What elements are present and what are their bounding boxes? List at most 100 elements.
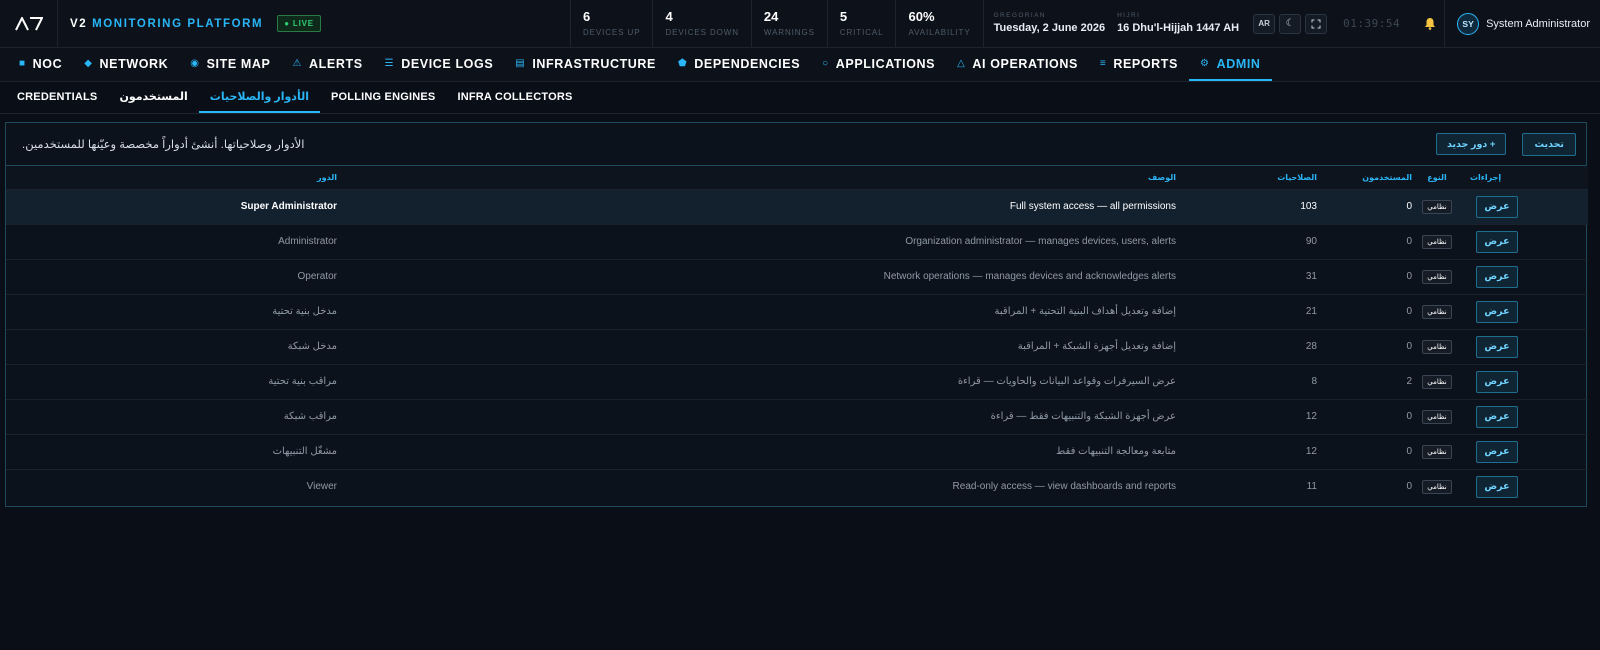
nav-item-label: AI OPERATIONS [972, 56, 1078, 71]
column-header-permissions[interactable]: الصلاحيات [1257, 166, 1317, 189]
role-permissions-count: 12 [1305, 446, 1317, 457]
column-header-type[interactable]: النوع [1412, 166, 1462, 189]
stat-devices-down[interactable]: 4 DEVICES DOWN [652, 0, 750, 48]
nav-item-infrastructure[interactable]: ▤ INFRASTRUCTURE [504, 48, 667, 81]
report-icon: ≡ [1099, 58, 1107, 69]
column-header-description[interactable]: الوصف [337, 166, 1257, 189]
nav-item-site-map[interactable]: ◉ SITE MAP [179, 48, 281, 81]
nav-item-reports[interactable]: ≡ REPORTS [1089, 48, 1189, 81]
stat-critical[interactable]: 5 CRITICAL [826, 0, 896, 48]
role-users-count: 0 [1406, 446, 1412, 457]
view-role-button[interactable]: عرض [1476, 300, 1518, 323]
hijri-date: HIJRI 16 Dhu'l-Hijjah 1447 AH [1115, 0, 1249, 48]
hijri-label: HIJRI [1117, 11, 1141, 19]
role-users-count: 2 [1406, 376, 1412, 387]
column-header-role[interactable]: الدور [6, 166, 337, 189]
view-role-button[interactable]: عرض [1476, 195, 1518, 218]
role-actions-cell: عرض [1462, 294, 1588, 329]
stat-devices-up[interactable]: 6 DEVICES UP [569, 0, 652, 48]
user-menu[interactable]: SY System Administrator [1444, 0, 1600, 48]
nav-item-label: ADMIN [1216, 56, 1261, 71]
view-role-button[interactable]: عرض [1476, 335, 1518, 358]
app-title: V2 MONITORING PLATFORM [58, 18, 277, 30]
role-name: مراقب بنية تحتية [268, 376, 337, 387]
gear-icon: ⚙ [1199, 58, 1210, 69]
role-type-cell: نظامي [1412, 294, 1462, 329]
table-row[interactable]: مراقب بنية تحتية عرض السيرفرات وقواعد ال… [6, 364, 1588, 399]
notifications-button[interactable] [1416, 0, 1444, 48]
tab-polling-engines[interactable]: POLLING ENGINES [320, 82, 446, 113]
theme-toggle-button[interactable]: ☾ [1279, 13, 1302, 34]
table-row[interactable]: Operator Network operations — manages de… [6, 259, 1588, 294]
logo-icon [14, 16, 43, 30]
gregorian-date: GREGORIAN Tuesday, 2 June 2026 [982, 0, 1115, 48]
nav-item-applications[interactable]: ○ APPLICATIONS [811, 48, 946, 81]
view-role-button[interactable]: عرض [1476, 370, 1518, 393]
role-description: متابعة ومعالجة التنبيهات فقط [1056, 446, 1176, 457]
role-actions-cell: عرض [1462, 259, 1588, 294]
server-icon: ▤ [515, 58, 526, 69]
view-role-button[interactable]: عرض [1476, 440, 1518, 463]
tab-roles-permissions[interactable]: الأدوار والصلاحيات [198, 82, 320, 113]
stat-value: 6 [582, 8, 591, 24]
language-toggle-button[interactable]: AR [1253, 13, 1276, 34]
view-role-button[interactable]: عرض [1476, 265, 1518, 288]
pentagon-icon: ⬟ [678, 58, 688, 69]
nav-item-label: ALERTS [309, 56, 363, 71]
view-role-button[interactable]: عرض [1476, 230, 1518, 253]
square-icon: ■ [19, 58, 26, 69]
stat-value: 24 [763, 8, 779, 24]
nav-item-label: REPORTS [1113, 56, 1178, 71]
role-description: Full system access — all permissions [1009, 201, 1176, 212]
table-row[interactable]: مشغّل التنبيهات متابعة ومعالجة التنبيهات… [6, 434, 1588, 469]
role-name: مشغّل التنبيهات [272, 446, 337, 457]
view-role-button[interactable]: عرض [1476, 475, 1518, 498]
table-row[interactable]: Super Administrator Full system access —… [6, 189, 1588, 224]
stat-availability[interactable]: 60% AVAILABILITY [895, 0, 982, 48]
tab-credentials[interactable]: CREDENTIALS [6, 82, 108, 113]
nav-item-admin[interactable]: ⚙ ADMIN [1188, 48, 1272, 81]
role-permissions-count: 31 [1305, 271, 1317, 282]
role-name: مدخل بنية تحتية [272, 306, 337, 317]
nav-item-dependencies[interactable]: ⬟ DEPENDENCIES [667, 48, 811, 81]
nav-item-alerts[interactable]: ⚠ ALERTS [281, 48, 373, 81]
column-header-users[interactable]: المستخدمون [1317, 166, 1412, 189]
nav-item-noc[interactable]: ■ NOC [8, 48, 73, 81]
nav-item-label: APPLICATIONS [835, 56, 936, 71]
role-type-badge: نظامي [1422, 339, 1452, 354]
view-role-button[interactable]: عرض [1476, 405, 1518, 428]
gregorian-label: GREGORIAN [993, 11, 1046, 19]
stat-warnings[interactable]: 24 WARNINGS [750, 0, 827, 48]
table-row[interactable]: Viewer Read-only access — view dashboard… [6, 469, 1588, 504]
nav-item-ai-operations[interactable]: △ AI OPERATIONS [946, 48, 1089, 81]
main-nav: ■ NOC ◆ NETWORK ◉ SITE MAP ⚠ ALERTS ☰ DEVICE … [0, 48, 1600, 82]
hijri-value: 16 Dhu'l-Hijjah 1447 AH [1117, 21, 1240, 34]
nav-item-label: SITE MAP [206, 56, 271, 71]
role-type-cell: نظامي [1412, 434, 1462, 469]
nav-item-network[interactable]: ◆ NETWORK [73, 48, 179, 81]
target-icon: ◉ [190, 58, 200, 69]
fullscreen-icon [1311, 19, 1321, 28]
table-row[interactable]: مدخل بنية تحتية إضافة وتعديل أهداف البني… [6, 294, 1588, 329]
table-row[interactable]: مراقب شبكة عرض أجهزة الشبكة والتنبيهات ف… [6, 399, 1588, 434]
refresh-button[interactable]: تحديث [1522, 132, 1576, 156]
table-row[interactable]: مدخل شبكة إضافة وتعديل أجهزة الشبكة + ال… [6, 329, 1588, 364]
user-name: System Administrator [1486, 17, 1590, 30]
admin-sub-nav: CREDENTIALS المستخدمون الأدوار والصلاحيا… [0, 82, 1600, 114]
nav-item-label: INFRASTRUCTURE [532, 56, 656, 71]
app-root: V2 MONITORING PLATFORM ● LIVE 6 DEVICES … [0, 0, 1600, 650]
fullscreen-button[interactable] [1305, 13, 1328, 34]
role-type-cell: نظامي [1412, 224, 1462, 259]
nav-item-device-logs[interactable]: ☰ DEVICE LOGS [374, 48, 505, 81]
app-logo[interactable] [0, 0, 58, 48]
role-permissions-count: 11 [1306, 481, 1317, 493]
clock: 01:39:54 [1343, 17, 1401, 30]
top-bar: V2 MONITORING PLATFORM ● LIVE 6 DEVICES … [0, 0, 1600, 48]
tab-users[interactable]: المستخدمون [108, 82, 198, 113]
new-role-button[interactable]: دور جديد + [1436, 133, 1507, 155]
role-name: مراقب شبكة [283, 411, 337, 422]
table-row[interactable]: Administrator Organization administrator… [6, 224, 1588, 259]
role-type-cell: نظامي [1412, 189, 1462, 224]
role-name: Super Administrator [240, 201, 337, 212]
tab-infra-collectors[interactable]: INFRA COLLECTORS [446, 82, 583, 113]
